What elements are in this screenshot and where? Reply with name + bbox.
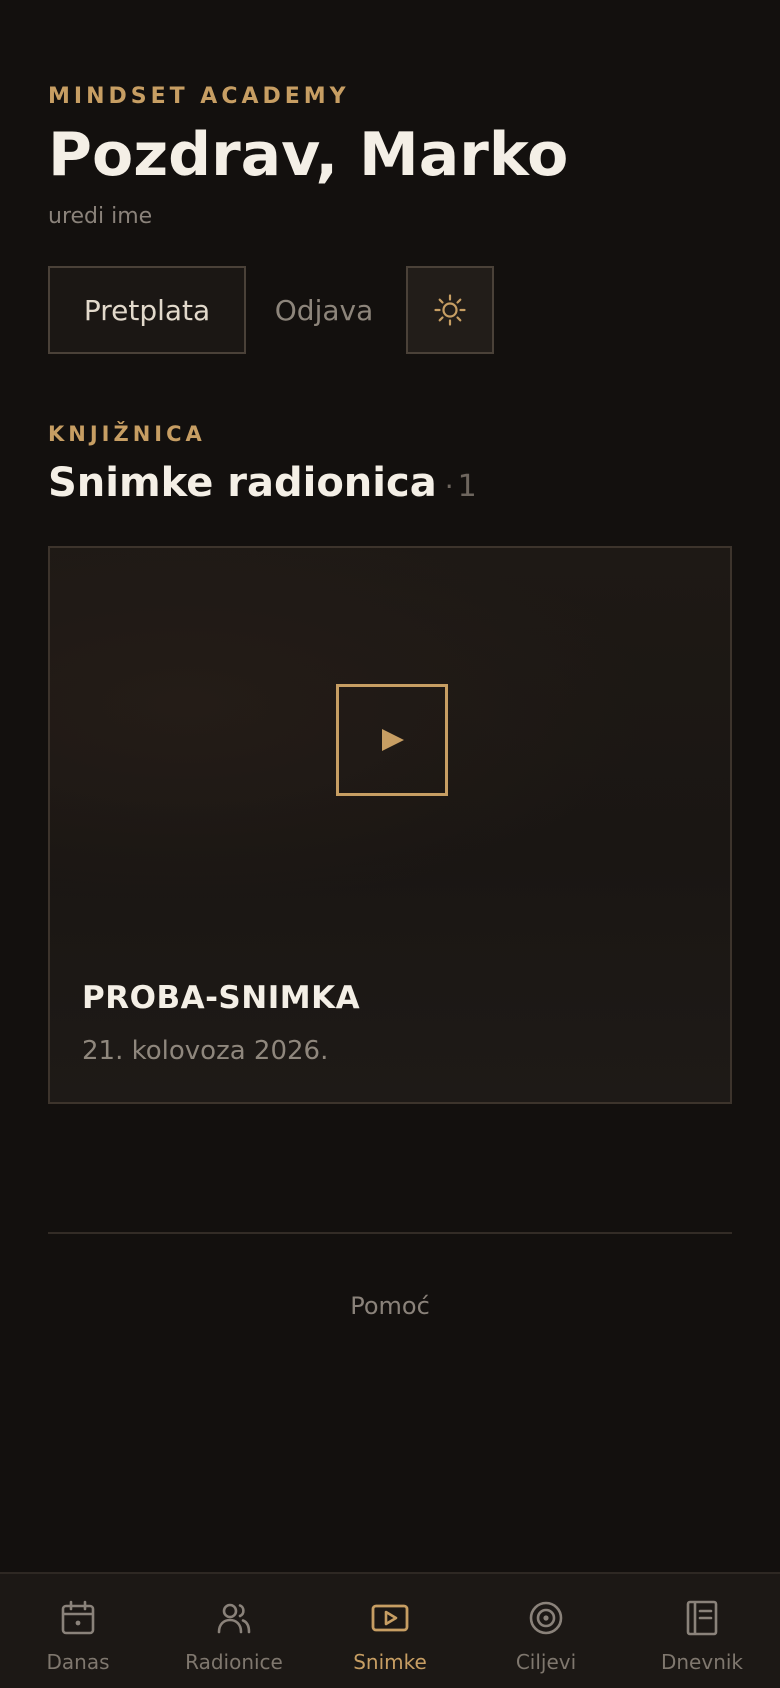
edit-name-link[interactable]: uredi ime — [48, 204, 152, 229]
page-title: Pozdrav, Marko — [48, 120, 569, 190]
play-icon — [382, 729, 404, 751]
video-icon — [371, 1604, 409, 1632]
section-heading: Snimke radionica — [48, 460, 437, 506]
theme-toggle-button[interactable] — [406, 266, 494, 354]
section-separator: · — [444, 470, 454, 503]
recording-info: PROBA-SNIMKA 21. kolovoza 2026. — [82, 980, 360, 1066]
tab-radionice[interactable]: Radionice — [156, 1574, 312, 1688]
logout-button[interactable]: Odjava — [266, 266, 382, 354]
divider — [48, 1232, 732, 1234]
section-label: KNJIŽNICA — [48, 422, 206, 446]
bottom-tab-bar: Danas Radionice Snimke Ciljevi Dnevnik — [0, 1572, 780, 1688]
tab-label: Radionice — [185, 1650, 283, 1674]
tab-label: Snimke — [353, 1650, 427, 1674]
tab-label: Dnevnik — [660, 1650, 744, 1674]
subscription-button[interactable]: Pretplata — [48, 266, 246, 354]
play-button[interactable] — [336, 684, 448, 796]
tab-label: Danas — [46, 1650, 110, 1674]
section-title: Snimke radionica · 1 — [48, 460, 477, 506]
journal-icon — [686, 1600, 718, 1636]
recording-count: 1 — [457, 469, 477, 504]
screen: MINDSET ACADEMY Pozdrav, Marko uredi ime… — [0, 0, 780, 1688]
tab-snimke[interactable]: Snimke — [312, 1574, 468, 1688]
tab-dnevnik[interactable]: Dnevnik — [624, 1574, 780, 1688]
calendar-icon — [61, 1600, 95, 1635]
target-icon — [529, 1601, 563, 1635]
tab-ciljevi[interactable]: Ciljevi — [468, 1574, 624, 1688]
tab-label: Ciljevi — [515, 1650, 577, 1674]
tab-danas[interactable]: Danas — [0, 1574, 156, 1688]
users-icon — [217, 1603, 251, 1634]
help-link[interactable]: Pomoć — [48, 1292, 732, 1320]
brand-label: MINDSET ACADEMY — [48, 84, 350, 109]
recording-card[interactable]: PROBA-SNIMKA 21. kolovoza 2026. — [48, 546, 732, 1104]
recording-date: 21. kolovoza 2026. — [82, 1036, 329, 1066]
sun-icon — [434, 294, 466, 326]
recording-title: PROBA-SNIMKA — [82, 980, 361, 1016]
account-actions: Pretplata Odjava — [48, 266, 508, 354]
